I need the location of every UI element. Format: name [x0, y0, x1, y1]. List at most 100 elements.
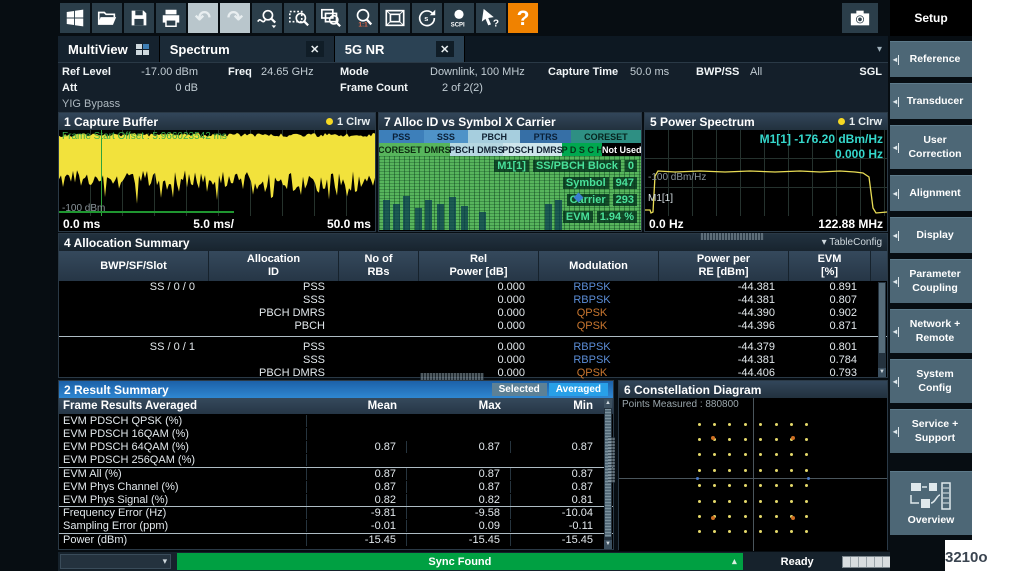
- mode-value[interactable]: Downlink, 100 MHz: [430, 66, 525, 78]
- pointer-help-icon[interactable]: ?: [476, 3, 506, 33]
- constellation-point: [744, 500, 747, 503]
- print-icon[interactable]: [156, 3, 186, 33]
- result-row[interactable]: EVM PDSCH QPSK (%): [59, 414, 613, 427]
- splitter-handle[interactable]: [608, 437, 615, 483]
- softkey-user-correction[interactable]: ◂UserCorrection: [890, 125, 972, 169]
- softkey-display[interactable]: ◂Display: [890, 217, 972, 253]
- zoom-trace-icon[interactable]: [252, 3, 282, 33]
- tab-spectrum[interactable]: Spectrum ✕: [160, 36, 335, 62]
- cell: Sampling Error (ppm): [59, 520, 307, 532]
- svg-text:SCPI: SCPI: [451, 22, 465, 28]
- zoom-selection-icon[interactable]: [284, 3, 314, 33]
- column-header[interactable]: Min: [511, 400, 603, 412]
- result-row[interactable]: EVM PDSCH 16QAM (%): [59, 427, 613, 440]
- softkey-transducer[interactable]: ◂Transducer: [890, 83, 972, 119]
- result-row[interactable]: Frequency Error (Hz)-9.81-9.58-10.04: [59, 506, 613, 519]
- constellation-panel[interactable]: 6 Constellation Diagram Points Measured …: [618, 380, 888, 550]
- column-header[interactable]: Modulation: [539, 251, 659, 281]
- sequencer-icon[interactable]: s: [412, 3, 442, 33]
- softkey-parameter-coupling[interactable]: ◂ParameterCoupling: [890, 259, 972, 303]
- softkey-label: Reference: [910, 53, 961, 66]
- windows-icon[interactable]: [60, 3, 90, 33]
- frame-zoom-icon[interactable]: [380, 3, 410, 33]
- tab-multiview[interactable]: MultiView: [58, 36, 160, 62]
- column-header[interactable]: BWP/SF/Slot: [59, 251, 209, 281]
- save-icon[interactable]: [124, 3, 154, 33]
- result-row[interactable]: Power (dBm)-15.45-15.45-15.45: [59, 533, 613, 546]
- constellation-point: [791, 516, 795, 520]
- allocation-row[interactable]: SS / 0 / 0PSS0.000RBPSK-44.3810.891: [59, 281, 887, 294]
- open-file-icon[interactable]: [92, 3, 122, 33]
- table-config-button[interactable]: ▾ TableConfig: [822, 237, 882, 248]
- scpi-icon[interactable]: SCPI: [444, 3, 474, 33]
- softkey-system-config[interactable]: ◂SystemConfig: [890, 359, 972, 403]
- status-bar: ▾ Sync Found ▴ Ready LXI: [58, 552, 945, 571]
- softkey-alignment[interactable]: ◂Alignment: [890, 175, 972, 211]
- selected-button[interactable]: Selected: [492, 383, 547, 396]
- screenshot-icon[interactable]: [842, 3, 878, 33]
- column-header[interactable]: No ofRBs: [339, 251, 419, 281]
- power-spectrum-panel[interactable]: 5 Power Spectrum 1 Clrw M1[1] -176.20 dB…: [644, 112, 888, 232]
- constellation-point: [805, 515, 808, 518]
- allocation-row[interactable]: SSS0.000RBPSK-44.3810.784: [59, 354, 887, 367]
- zoom-1to1-icon[interactable]: 1:1: [348, 3, 378, 33]
- help-icon[interactable]: ?: [508, 3, 538, 33]
- cell: [339, 341, 419, 354]
- frame-count-value[interactable]: 2 of 2(2): [442, 82, 483, 94]
- softkey-network-remote[interactable]: ◂Network +Remote: [890, 309, 972, 353]
- freq-value[interactable]: 24.65 GHz: [261, 66, 314, 78]
- trace-dot-icon: [838, 118, 845, 125]
- splitter-handle[interactable]: [420, 373, 484, 380]
- result-summary-panel[interactable]: 2 Result Summary Selected Averaged Frame…: [58, 380, 614, 550]
- capture-buffer-chart[interactable]: Frame Start Offset : 5.966023542 ms -100…: [59, 130, 375, 216]
- close-icon[interactable]: ✕: [306, 41, 324, 57]
- sync-caret-icon[interactable]: ▴: [732, 556, 737, 567]
- column-header[interactable]: Power perRE [dBm]: [659, 251, 789, 281]
- constellation-point: [713, 484, 716, 487]
- column-header[interactable]: RelPower [dB]: [419, 251, 539, 281]
- bwp-ss-value[interactable]: All: [750, 66, 762, 78]
- softkey-reference[interactable]: ◂Reference: [890, 41, 972, 77]
- result-row[interactable]: EVM Phys Signal (%)0.820.820.81: [59, 493, 613, 506]
- column-header[interactable]: EVM[%]: [789, 251, 871, 281]
- cell: -0.01: [307, 520, 407, 532]
- column-header[interactable]: Frame Results Averaged: [59, 400, 307, 412]
- column-header[interactable]: Max: [407, 400, 511, 412]
- multi-window-zoom-icon[interactable]: [316, 3, 346, 33]
- result-row[interactable]: Sampling Error (ppm)-0.010.09-0.11: [59, 520, 613, 533]
- att-value[interactable]: 0 dB: [120, 82, 198, 94]
- column-header[interactable]: AllocationID: [209, 251, 339, 281]
- capture-time-value[interactable]: 50.0 ms: [630, 66, 669, 78]
- allocation-summary-panel[interactable]: 4 Allocation Summary ▾ TableConfig BWP/S…: [58, 233, 888, 378]
- allocation-row[interactable]: SS / 0 / 1PSS0.000RBPSK-44.3790.801: [59, 341, 887, 354]
- sync-status-bar[interactable]: Sync Found ▴: [177, 553, 743, 570]
- tab-5g-nr[interactable]: 5G NR ✕: [335, 36, 465, 62]
- allocation-row[interactable]: PBCH0.000QPSK-44.3960.871: [59, 320, 887, 333]
- alloc-map-panel[interactable]: 7 Alloc ID vs Symbol X Carrier PSSSSSPBC…: [378, 112, 642, 232]
- cell: 0.891: [789, 281, 871, 294]
- column-header[interactable]: Mean: [307, 400, 407, 412]
- averaged-button[interactable]: Averaged: [549, 383, 608, 396]
- constellation-point: [728, 530, 731, 533]
- allocation-scrollbar[interactable]: ▼: [878, 282, 886, 377]
- constellation-area[interactable]: Points Measured : 880800: [619, 398, 887, 551]
- power-spectrum-chart[interactable]: M1[1] -176.20 dBm/Hz 0.000 Hz -100 dBm/H…: [645, 130, 887, 216]
- constellation-point: [713, 530, 716, 533]
- capture-buffer-panel[interactable]: 1 Capture Buffer 1 Clrw Frame Start Offs…: [58, 112, 376, 232]
- splitter-handle[interactable]: [700, 233, 764, 240]
- allocation-row[interactable]: SSS0.000RBPSK-44.3810.807: [59, 294, 887, 307]
- tab-overflow-caret-icon[interactable]: ▾: [877, 44, 888, 55]
- alloc-map-area[interactable]: M1[1] SS/PBCH Block 0 Symbol 947 Carrier…: [379, 156, 641, 230]
- allocation-row[interactable]: PBCH DMRS0.000QPSK-44.3900.902: [59, 307, 887, 320]
- result-row[interactable]: EVM PDSCH 256QAM (%): [59, 454, 613, 467]
- cell: 0.902: [789, 307, 871, 320]
- close-icon[interactable]: ✕: [436, 41, 454, 57]
- constellation-point: [698, 515, 701, 518]
- softkey-service-support[interactable]: ◂Service +Support: [890, 409, 972, 453]
- result-row[interactable]: EVM Phys Channel (%)0.870.870.87: [59, 480, 613, 493]
- result-row[interactable]: EVM PDSCH 64QAM (%)0.870.870.87: [59, 440, 613, 453]
- softkey-overview[interactable]: Overview: [890, 471, 972, 535]
- result-row[interactable]: EVM All (%)0.870.870.87: [59, 467, 613, 480]
- status-dropdown[interactable]: ▾: [60, 554, 171, 569]
- ref-level-value[interactable]: -17.00 dBm: [120, 66, 198, 78]
